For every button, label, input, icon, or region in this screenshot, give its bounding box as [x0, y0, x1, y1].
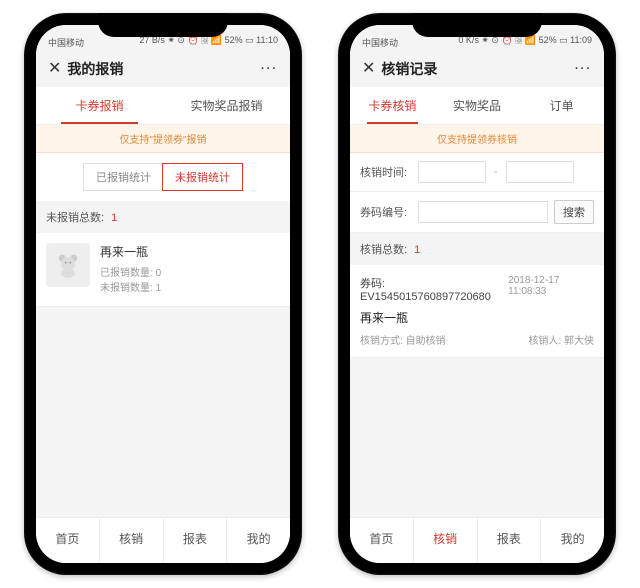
empty-area: [36, 307, 290, 517]
item-title: 再来一瓶: [100, 243, 161, 260]
more-icon[interactable]: ···: [575, 63, 592, 75]
bottom-nav: 首页 核销 报表 我的: [350, 517, 604, 563]
count-label: 未报销总数:: [46, 212, 104, 224]
carrier-label: 中国移动: [362, 36, 398, 49]
bottom-nav: 首页 核销 报表 我的: [36, 517, 290, 563]
record-person-value: 郭大侠: [564, 336, 594, 347]
phone-notch: [98, 13, 228, 37]
tab-coupon-verify[interactable]: 卡券核销: [350, 87, 435, 124]
nav-report[interactable]: 报表: [164, 518, 228, 563]
top-tabs: 卡券报销 实物奖品报销: [36, 87, 290, 125]
nav-mine[interactable]: 我的: [541, 518, 604, 563]
phone-frame-right: 中国移动 0 K/s ⁕ ⊙ ⏰ 🗟 📶 52% ▭ 11:09 ✕ 核销记录 …: [338, 13, 616, 575]
empty-area: [350, 358, 604, 517]
tab-physical-prize[interactable]: 实物奖品: [435, 87, 520, 124]
title-bar: ✕ 核销记录 ···: [350, 51, 604, 87]
tab-physical-reimburse[interactable]: 实物奖品报销: [163, 87, 290, 124]
carrier-label: 中国移动: [48, 36, 84, 49]
nav-verify[interactable]: 核销: [100, 518, 164, 563]
close-icon[interactable]: ✕: [362, 61, 375, 77]
item-reimbursed-value: 0: [156, 268, 162, 279]
record-method-label: 核销方式:: [360, 336, 403, 347]
filter-time-label: 核销时间:: [360, 164, 412, 180]
tab-coupon-reimburse[interactable]: 卡券报销: [36, 87, 163, 124]
record-title: 再来一瓶: [360, 309, 408, 326]
page-title: 核销记录: [381, 59, 437, 79]
tab-order[interactable]: 订单: [519, 87, 604, 124]
record-code-value: EV1545015760897720680: [360, 291, 491, 303]
phone-notch: [412, 13, 542, 37]
count-value: 1: [414, 244, 420, 256]
code-input[interactable]: [418, 201, 548, 223]
search-button[interactable]: 搜索: [554, 200, 594, 224]
time-to-input[interactable]: [506, 161, 574, 183]
count-bar: 未报销总数: 1: [36, 201, 290, 233]
item-reimbursed-label: 已报销数量:: [100, 268, 153, 279]
item-unreimbursed-label: 未报销数量:: [100, 283, 153, 294]
item-unreimbursed-value: 1: [156, 283, 162, 294]
record-code-label: 券码:: [360, 278, 385, 290]
record-timestamp: 2018-12-17 11:08:33: [508, 275, 594, 303]
info-banner: 仅支持提领券核销: [350, 125, 604, 153]
filter-time-row: 核销时间: -: [350, 153, 604, 192]
segment-unreimbursed[interactable]: 未报销统计: [162, 163, 243, 191]
close-icon[interactable]: ✕: [48, 61, 61, 77]
time-from-input[interactable]: [418, 161, 486, 183]
count-value: 1: [111, 212, 117, 224]
teddy-bear-icon: [54, 251, 82, 279]
nav-mine[interactable]: 我的: [227, 518, 290, 563]
segment-bar: 已报销统计 未报销统计: [36, 153, 290, 201]
nav-report[interactable]: 报表: [478, 518, 542, 563]
record-method-value: 自助核销: [406, 336, 446, 347]
title-bar: ✕ 我的报销 ···: [36, 51, 290, 87]
segment-reimbursed[interactable]: 已报销统计: [84, 164, 163, 190]
time-dash: -: [492, 166, 500, 178]
page-title: 我的报销: [67, 59, 123, 79]
record-item[interactable]: 券码: EV1545015760897720680 2018-12-17 11:…: [350, 265, 604, 358]
filter-code-label: 券码编号:: [360, 204, 412, 220]
top-tabs: 卡券核销 实物奖品 订单: [350, 87, 604, 125]
item-thumbnail: [46, 243, 90, 287]
count-bar: 核销总数: 1: [350, 233, 604, 265]
nav-home[interactable]: 首页: [36, 518, 100, 563]
record-person-label: 核销人:: [528, 336, 561, 347]
info-banner: 仅支持"提领券"报销: [36, 125, 290, 153]
phone-frame-left: 中国移动 27 B/s ⁕ ⊙ ⏰ 🗟 📶 52% ▭ 11:10 ✕ 我的报销…: [24, 13, 302, 575]
count-label: 核销总数:: [360, 244, 407, 256]
more-icon[interactable]: ···: [261, 63, 278, 75]
list-item[interactable]: 再来一瓶 已报销数量: 0 未报销数量: 1: [36, 233, 290, 307]
nav-verify[interactable]: 核销: [414, 518, 478, 563]
filter-code-row: 券码编号: 搜索: [350, 192, 604, 233]
nav-home[interactable]: 首页: [350, 518, 414, 563]
